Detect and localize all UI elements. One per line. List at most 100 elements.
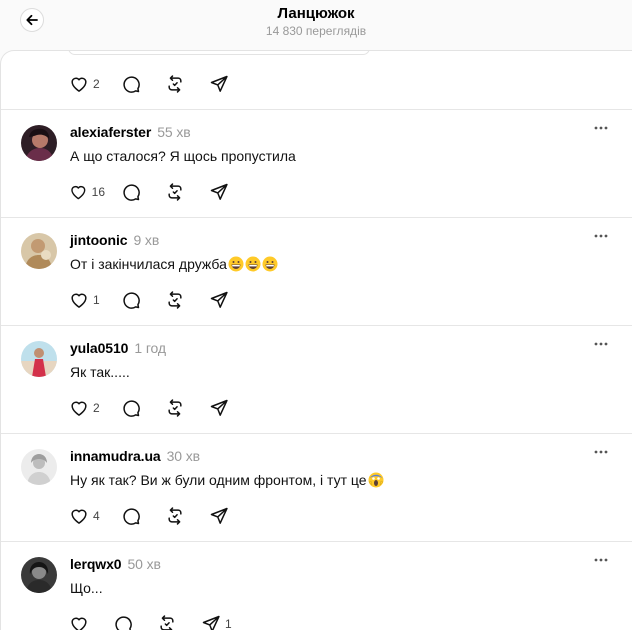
more-dots-icon [594,558,608,562]
username[interactable]: alexiaferster 55 хв [70,124,191,140]
share-button[interactable] [201,499,245,533]
like-count: 2 [93,77,100,91]
reply-button[interactable] [113,67,157,101]
post-text: От і закінчилася дружба [70,256,278,272]
send-icon [210,507,228,524]
send-icon [210,399,228,416]
avatar[interactable] [21,557,57,593]
post-actions: 1 [61,607,245,630]
heart-icon [71,509,87,524]
reply-button[interactable] [105,607,149,630]
like-button[interactable]: 2 [61,67,113,101]
share-button[interactable] [201,67,245,101]
profile-photo-icon [21,449,57,485]
repost-button[interactable] [157,67,201,101]
reply-post: yula0510 1 год Як так..... 2 [1,326,632,434]
post-actions: 16 [61,175,245,209]
post-text: А що сталося? Я щось пропустила [70,148,296,164]
grinning-face-emoji [262,256,278,272]
post-time: 30 хв [166,448,201,464]
like-button[interactable] [61,607,105,630]
original-post: 2 [1,51,632,110]
like-count: 2 [93,401,100,415]
reply-button[interactable] [113,175,157,209]
reply-button[interactable] [113,499,157,533]
heart-icon [71,77,87,92]
post-actions: 2 [61,391,245,425]
profile-photo-icon [21,233,57,269]
more-options-button[interactable] [593,228,609,244]
post-actions: 2 [61,67,245,101]
repost-icon [168,75,182,93]
heart-icon [71,293,87,308]
thread-panel: 2 alexiaferster 55 хв А що сталося? Я щос… [0,50,632,630]
heart-icon [71,186,86,200]
profile-photo-icon [21,341,57,377]
like-button[interactable]: 16 [61,175,113,209]
like-button[interactable]: 2 [61,391,113,425]
heart-icon [71,617,87,630]
username[interactable]: lerqwx0 50 хв [70,556,161,572]
post-time: 9 хв [133,232,160,248]
more-options-button[interactable] [593,552,609,568]
post-text: Що... [70,580,103,596]
heart-icon [71,401,87,416]
repost-button[interactable] [149,607,193,630]
view-count: 14 830 переглядів [265,24,367,38]
send-icon [210,183,228,200]
more-dots-icon [594,342,608,346]
repost-icon [168,291,182,309]
comment-icon [123,508,140,525]
page-title: Ланцюжок [277,5,355,22]
avatar[interactable] [21,449,57,485]
repost-button[interactable] [157,175,201,209]
username[interactable]: yula0510 1 год [70,340,166,356]
grinning-face-emoji [245,256,261,272]
share-button[interactable] [201,175,245,209]
profile-photo-icon [21,557,57,593]
reply-button[interactable] [113,283,157,317]
repost-button[interactable] [157,499,201,533]
like-button[interactable]: 4 [61,499,113,533]
screaming-face-emoji [368,472,384,488]
send-icon [210,75,228,92]
post-text: Як так..... [70,364,130,380]
comment-icon [123,400,140,417]
post-time: 50 хв [127,556,161,572]
share-count: 1 [225,617,232,630]
grinning-face-emoji [228,256,244,272]
send-icon [202,615,220,630]
more-options-button[interactable] [593,444,609,460]
reply-post: alexiaferster 55 хв А що сталося? Я щось … [1,110,632,218]
repost-button[interactable] [157,391,201,425]
comment-icon [123,184,140,201]
repost-button[interactable] [157,283,201,317]
more-dots-icon [594,234,608,238]
avatar[interactable] [21,233,57,269]
post-text: Ну як так? Ви ж були одним фронтом, і ту… [70,472,384,488]
like-count: 1 [93,293,100,307]
send-icon [210,291,228,308]
repost-icon [160,615,174,630]
reply-button[interactable] [113,391,157,425]
share-button[interactable] [201,391,245,425]
avatar[interactable] [21,125,57,161]
comment-icon [123,76,140,93]
reply-post: innamudra.ua 30 хв Ну як так? Ви ж були о… [1,434,632,542]
username[interactable]: jintoonic 9 хв [70,232,159,248]
username[interactable]: innamudra.ua 30 хв [70,448,200,464]
post-time: 55 хв [157,124,191,140]
share-button[interactable] [201,283,245,317]
repost-icon [168,507,182,525]
more-options-button[interactable] [593,336,609,352]
like-button[interactable]: 1 [61,283,113,317]
reply-post: lerqwx0 50 хв Що... 1 [1,542,632,630]
avatar[interactable] [21,341,57,377]
repost-icon [168,399,182,417]
more-options-button[interactable] [593,120,609,136]
comment-icon [123,292,140,309]
share-button[interactable]: 1 [193,607,245,630]
repost-icon [168,183,182,201]
like-count: 16 [91,185,105,199]
reply-post: jintoonic 9 хв От і закінчилася дружба 1 [1,218,632,326]
